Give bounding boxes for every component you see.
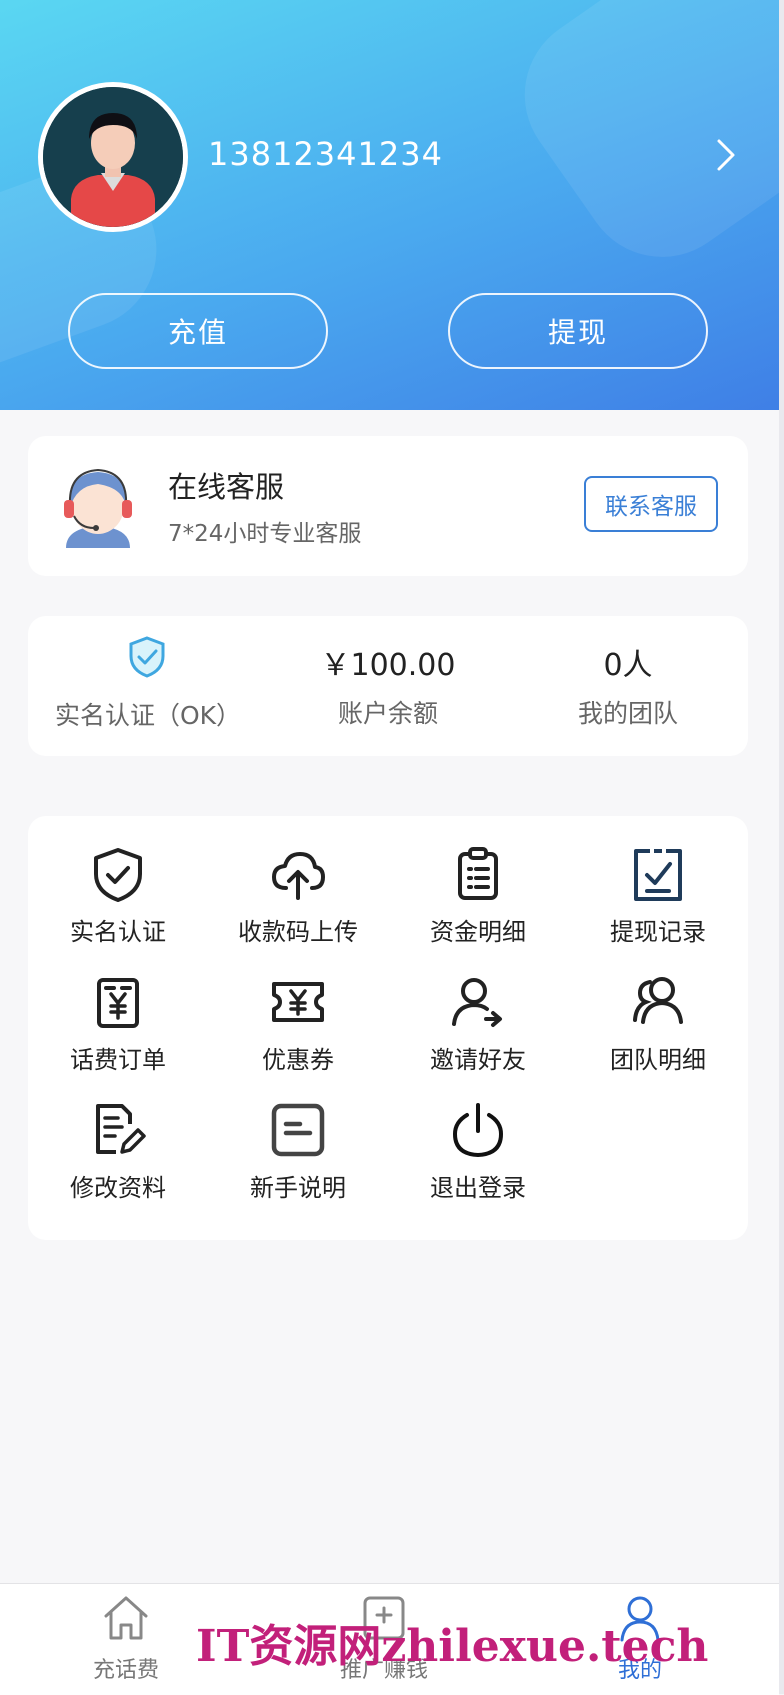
power-icon [452, 1103, 504, 1158]
home-icon [104, 1596, 148, 1640]
avatar[interactable] [38, 82, 188, 232]
yuan-receipt-icon [97, 978, 139, 1028]
balance-label: 账户余额 [337, 699, 438, 728]
chevron-right-icon[interactable] [715, 138, 737, 176]
menu-item-label: 修改资料 [70, 1174, 166, 1202]
phone-number: 13812341234 [208, 135, 443, 173]
avatar-person-icon [43, 87, 183, 227]
menu-item-label: 收款码上传 [238, 918, 358, 946]
online-service-card: 在线客服 7*24小时专业客服 联系客服 [28, 436, 748, 576]
menu-item-label: 资金明细 [430, 918, 526, 946]
contact-service-button[interactable]: 联系客服 [584, 476, 718, 532]
withdraw-button[interactable]: 提现 [448, 293, 708, 369]
balance-value: ￥100.00 [320, 648, 456, 683]
menu-item-upload-qr[interactable]: 收款码上传 [208, 846, 388, 956]
edit-document-icon [96, 1104, 146, 1154]
menu-item-logout[interactable]: 退出登录 [388, 1102, 568, 1212]
tab-label: 充话费 [92, 1658, 159, 1683]
menu-item-label: 团队明细 [610, 1046, 706, 1074]
verification-label: 实名认证（OK） [54, 701, 242, 730]
team-stat[interactable]: 0人 我的团队 [508, 616, 748, 756]
verified-shield-icon [128, 636, 166, 682]
cloud-upload-icon [272, 852, 325, 900]
menu-item-label: 邀请好友 [430, 1046, 526, 1074]
coupon-icon [272, 982, 324, 1022]
menu-card: 实名认证 收款码上传 资金明细 提现记录 话费订单 优惠券 邀请好友 团队明细 … [28, 816, 748, 1240]
invite-user-icon [452, 978, 502, 1027]
menu-item-label: 提现记录 [610, 918, 706, 946]
balance-stat[interactable]: ￥100.00 账户余额 [268, 616, 508, 756]
clipboard-check-icon [634, 849, 682, 901]
menu-item-beginner-guide[interactable]: 新手说明 [208, 1102, 388, 1212]
menu-item-team-details[interactable]: 团队明细 [568, 974, 748, 1084]
shield-check-icon [94, 848, 142, 902]
team-count: 0人 [603, 648, 653, 683]
guide-icon [271, 1103, 325, 1157]
service-subtitle: 7*24小时专业客服 [168, 521, 362, 547]
tab-recharge[interactable]: 充话费 [36, 1584, 216, 1695]
clipboard-list-icon [458, 847, 498, 900]
team-icon [633, 977, 683, 1024]
menu-item-label: 实名认证 [70, 918, 166, 946]
menu-item-label: 话费订单 [70, 1046, 166, 1074]
page: 13812341234 充值 提现 在线客服 7*24小时专业客服 联系客服 实… [0, 0, 784, 1695]
customer-service-icon [58, 462, 138, 552]
menu-item-label: 新手说明 [250, 1174, 346, 1202]
verification-status[interactable]: 实名认证（OK） [28, 616, 268, 756]
menu-item-phone-orders[interactable]: 话费订单 [28, 974, 208, 1084]
menu-item-label: 优惠券 [262, 1046, 334, 1074]
watermark: IT资源网zhilexue.tech [196, 1621, 709, 1672]
menu-item-edit-profile[interactable]: 修改资料 [28, 1102, 208, 1212]
team-label: 我的团队 [577, 699, 678, 728]
stats-card: 实名认证（OK） ￥100.00 账户余额 0人 我的团队 [28, 616, 748, 756]
menu-item-coupons[interactable]: 优惠券 [208, 974, 388, 1084]
menu-item-fund-details[interactable]: 资金明细 [388, 846, 568, 956]
menu-item-verification[interactable]: 实名认证 [28, 846, 208, 956]
menu-item-label: 退出登录 [430, 1174, 526, 1202]
profile-header: 13812341234 充值 提现 [0, 0, 779, 410]
menu-item-invite-friends[interactable]: 邀请好友 [388, 974, 568, 1084]
service-title: 在线客服 [168, 470, 285, 504]
recharge-button[interactable]: 充值 [68, 293, 328, 369]
menu-item-withdraw-records[interactable]: 提现记录 [568, 846, 748, 956]
